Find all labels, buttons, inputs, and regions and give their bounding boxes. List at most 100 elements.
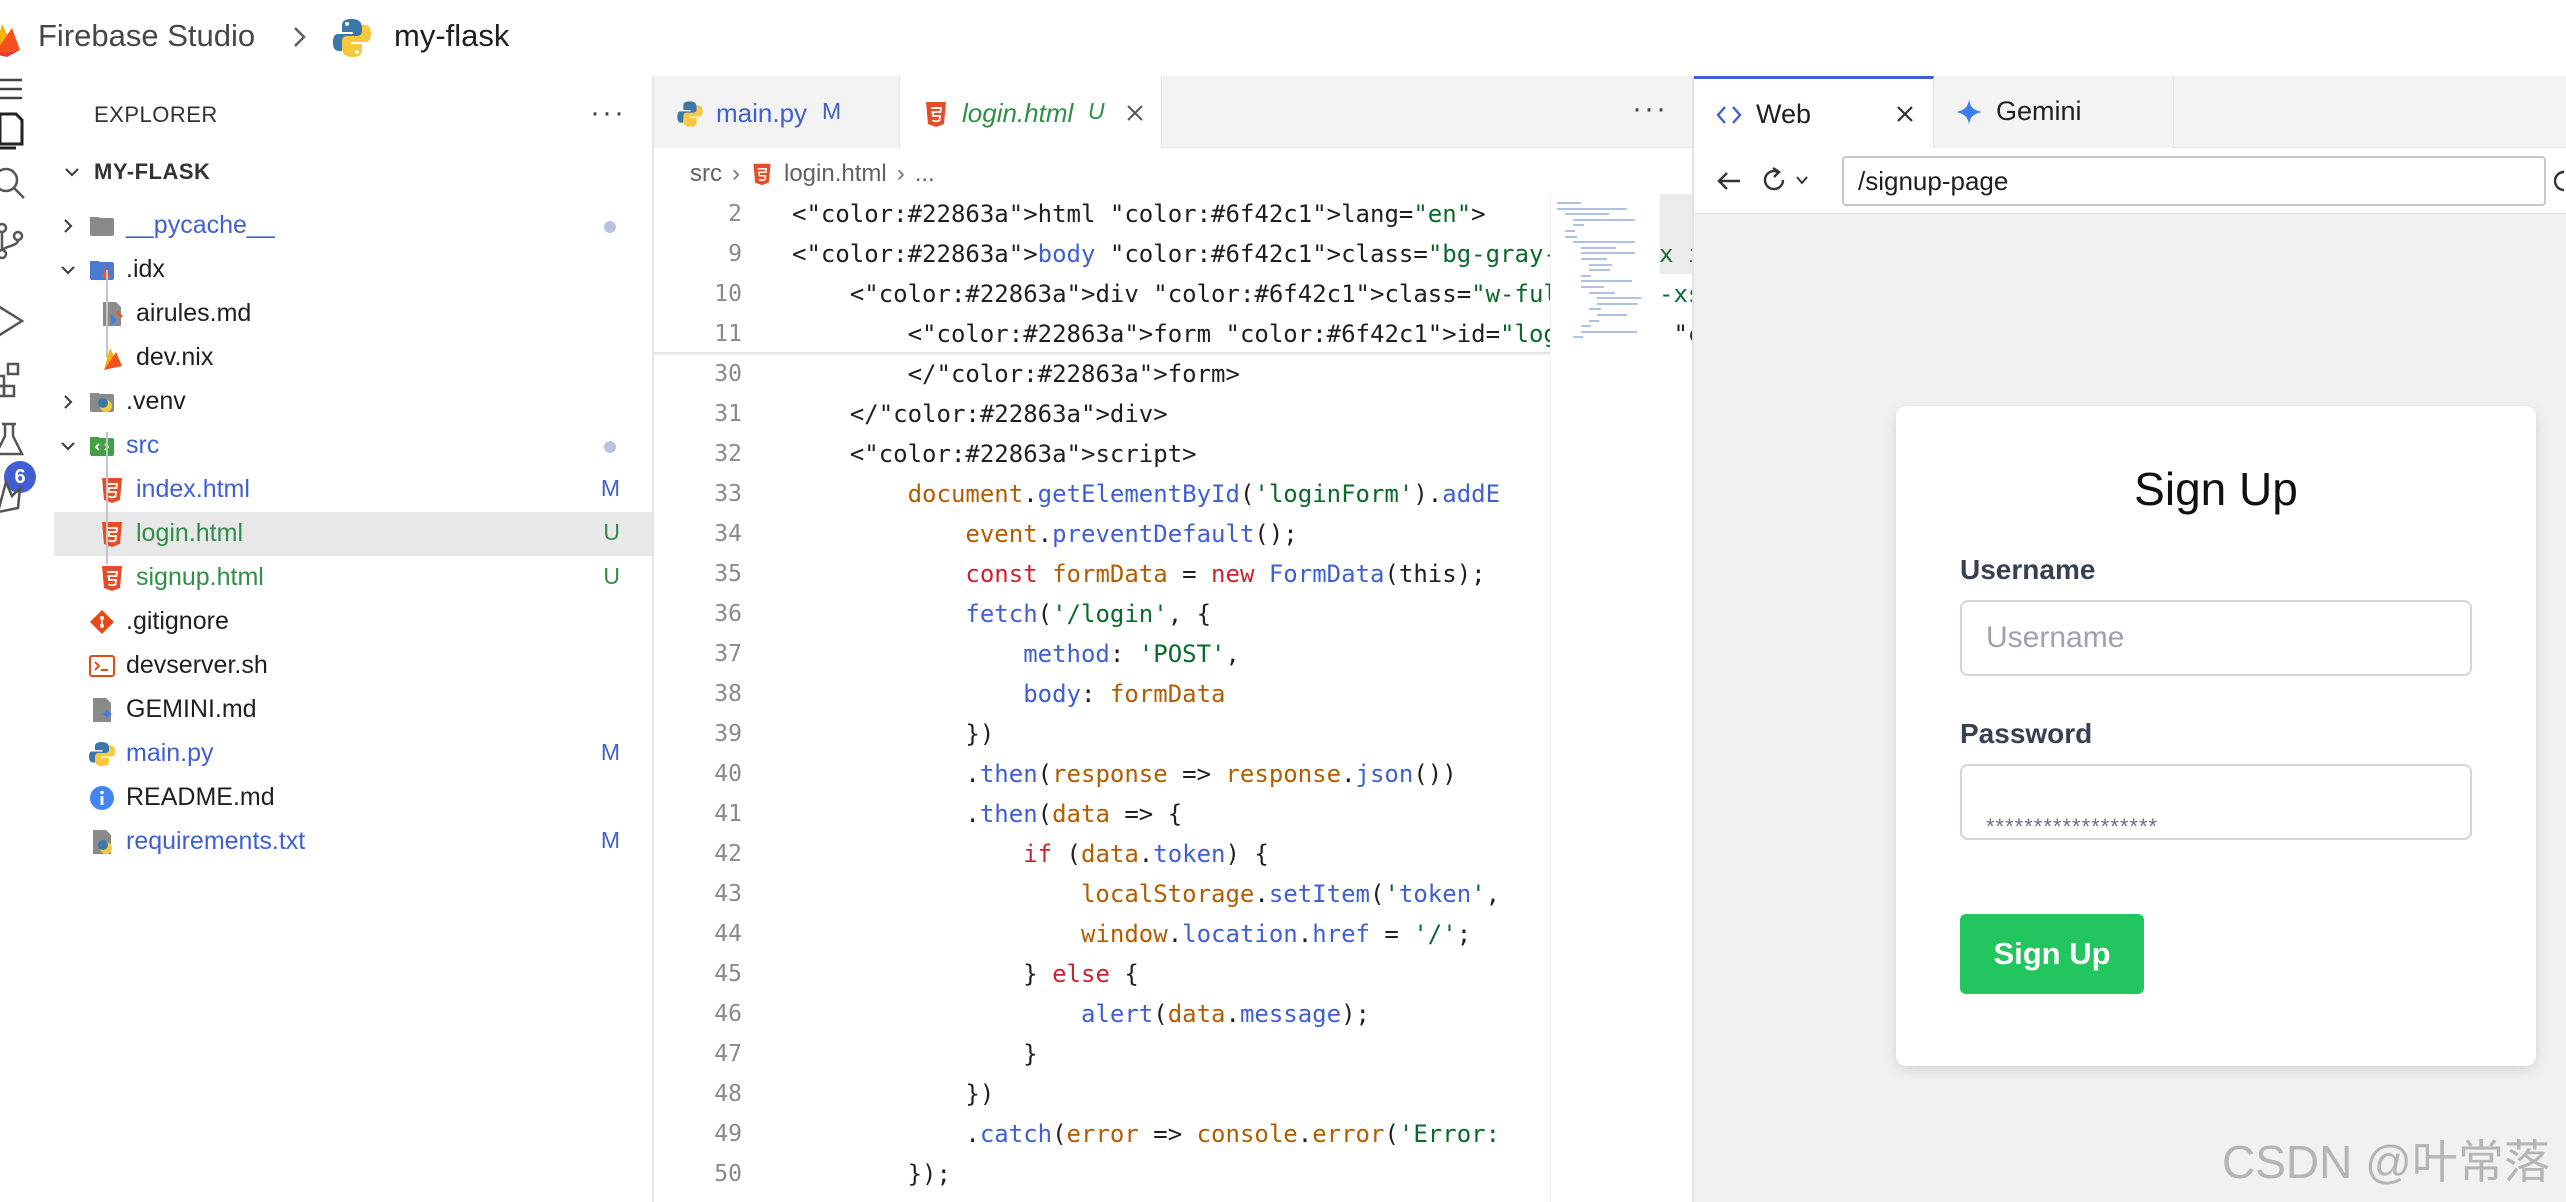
tab-gemini[interactable]: Gemini xyxy=(1934,76,2174,148)
editor-scrollbar[interactable] xyxy=(1660,194,1694,274)
code-line[interactable]: 37 method: 'POST', xyxy=(654,634,1554,674)
source-control-icon[interactable] xyxy=(0,218,32,264)
code-line[interactable]: 50 }); xyxy=(654,1154,1554,1194)
code-line[interactable]: 38 body: formData xyxy=(654,674,1554,714)
code-line[interactable]: 40 .then(response => response.json()) xyxy=(654,754,1554,794)
close-tab-icon[interactable] xyxy=(1124,102,1146,124)
chevron-down-icon xyxy=(61,442,75,451)
tab-web[interactable]: Web xyxy=(1694,76,1934,149)
explorer-item-dev-nix[interactable]: dev.nix xyxy=(54,336,652,380)
testing-icon[interactable] xyxy=(0,416,32,462)
activity-bar: 6 xyxy=(0,76,40,1202)
code-line[interactable]: 36 fetch('/login', { xyxy=(654,594,1554,634)
code-line[interactable]: 46 alert(data.message); xyxy=(654,994,1554,1034)
tree-indent-guide xyxy=(106,432,108,564)
explorer-item-pycache[interactable]: __pycache__ xyxy=(54,204,652,248)
username-input[interactable] xyxy=(1960,600,2472,676)
minimap-line xyxy=(1581,246,1616,249)
search-icon[interactable] xyxy=(0,160,32,206)
code-line[interactable]: 39 }) xyxy=(654,714,1554,754)
line-number: 44 xyxy=(714,921,742,947)
tab-status: M xyxy=(822,98,842,124)
explorer-item-readme-md[interactable]: README.md xyxy=(54,776,652,820)
explorer-item-signup-html[interactable]: signup.html U xyxy=(54,556,652,600)
tab-login-html[interactable]: login.html U xyxy=(900,76,1162,149)
minimap-line xyxy=(1589,319,1599,322)
explorer-item-devserver-sh[interactable]: devserver.sh xyxy=(54,644,652,688)
line-number: 42 xyxy=(714,841,742,867)
firebase-icon[interactable] xyxy=(0,474,32,520)
code-line[interactable]: 30 </"color:#22863a">form> xyxy=(654,354,1554,394)
explorer-item-idx[interactable]: .idx xyxy=(54,248,652,292)
code-line[interactable]: 43 localStorage.setItem('token', xyxy=(654,874,1554,914)
python-doc-icon xyxy=(93,830,112,855)
code-line[interactable]: 10 <"color:#22863a">div "color:#6f42c1">… xyxy=(654,274,1731,314)
code-text: alert(data.message); xyxy=(1080,1000,1370,1028)
project-name[interactable]: my-flask xyxy=(394,18,509,54)
code-line[interactable]: 47 } xyxy=(654,1034,1554,1074)
explorer-item-airules-md[interactable]: airules.md xyxy=(54,292,652,336)
code-line[interactable]: 2 <"color:#22863a">html "color:#6f42c1">l… xyxy=(654,194,1554,234)
breadcrumb-symbol[interactable]: ... xyxy=(915,160,935,188)
code-line[interactable]: 32 <"color:#22863a">script> xyxy=(654,434,1554,474)
explorer-item-index-html[interactable]: index.html M xyxy=(54,468,652,512)
code-text: if (data.token) { xyxy=(1023,840,1269,868)
code-line[interactable]: 11 <"color:#22863a">form "color:#6f42c1"… xyxy=(654,314,2193,354)
breadcrumb-file[interactable]: login.html xyxy=(784,160,887,188)
code-line[interactable]: 48 }) xyxy=(654,1074,1554,1114)
workspace-root[interactable]: MY-FLASK xyxy=(40,150,652,194)
minimap-line xyxy=(1557,207,1627,210)
brand-name[interactable]: Firebase Studio xyxy=(38,18,255,54)
tab-main-py[interactable]: main.py M xyxy=(654,76,900,148)
code-line[interactable]: 35 const formData = new FormData(this); xyxy=(654,554,1554,594)
modified-dot-icon xyxy=(604,441,616,454)
tab-label: main.py xyxy=(716,98,808,128)
run-debug-icon[interactable] xyxy=(0,298,32,344)
explorer-item-requirements-txt[interactable]: requirements.txt M xyxy=(54,820,652,864)
explorer-item-login-html[interactable]: login.html U xyxy=(54,512,652,557)
html-file-icon xyxy=(753,163,771,186)
code-line[interactable]: 33 document.getElementById('loginForm').… xyxy=(654,474,1554,514)
back-arrow-icon[interactable] xyxy=(1714,166,1744,196)
code-line[interactable]: 41 .then(data => { xyxy=(654,794,1554,834)
files-icon[interactable] xyxy=(0,106,32,152)
code-text: </"color:#22863a">form> xyxy=(792,360,1240,388)
chevron-down-icon xyxy=(61,266,75,275)
breadcrumb-folder[interactable]: src xyxy=(690,160,722,188)
close-tab-icon[interactable] xyxy=(1894,103,1916,125)
code-line[interactable]: 49 .catch(error => console.error('Error: xyxy=(654,1114,1554,1154)
minimap[interactable] xyxy=(1550,194,1660,1202)
chevron-down-icon[interactable] xyxy=(1794,172,1810,188)
code-editor[interactable]: 2 <"color:#22863a">html "color:#6f42c1">l… xyxy=(654,194,2193,1194)
reload-icon[interactable] xyxy=(1758,164,1790,196)
explorer-item-main-py[interactable]: main.py M xyxy=(54,732,652,776)
more-actions-icon[interactable]: ··· xyxy=(590,96,626,130)
code-line[interactable]: 9 <"color:#22863a">body "color:#6f42c1">c… xyxy=(654,234,1962,274)
external-link-icon[interactable] xyxy=(2554,166,2566,196)
code-line[interactable]: 42 if (data.token) { xyxy=(654,834,1554,874)
explorer-item-venv[interactable]: .venv xyxy=(54,380,652,424)
code-text: <"color:#22863a">script> xyxy=(792,440,1197,468)
html-file-icon xyxy=(102,522,122,548)
terminal-file-icon xyxy=(89,655,115,678)
code-line[interactable]: 44 window.location.href = '/'; xyxy=(654,914,1554,954)
code-line[interactable]: 34 event.preventDefault(); xyxy=(654,514,1554,554)
minimap-line xyxy=(1581,280,1632,283)
explorer-item-src[interactable]: src xyxy=(54,424,652,468)
editor-more-actions-icon[interactable]: ··· xyxy=(1632,92,1668,126)
code-line[interactable]: 45 } else { xyxy=(654,954,1554,994)
code-line[interactable]: 31 </"color:#22863a">div> xyxy=(654,394,1554,434)
extensions-icon[interactable] xyxy=(0,356,32,402)
python-file-icon xyxy=(677,101,703,127)
explorer-item-gemini-md[interactable]: GEMINI.md xyxy=(54,688,652,732)
signup-button[interactable]: Sign Up xyxy=(1960,914,2144,994)
code-text: document.getElementById('loginForm').add… xyxy=(907,480,1501,508)
line-number: 43 xyxy=(714,881,742,907)
explorer-item-label: index.html xyxy=(136,475,250,504)
explorer-item-gitignore[interactable]: .gitignore xyxy=(54,600,652,644)
url-input[interactable] xyxy=(1842,156,2546,206)
password-input[interactable] xyxy=(1960,764,2472,840)
sticky-scroll-shadow xyxy=(654,352,1554,356)
minimap-line xyxy=(1581,252,1635,255)
code-text: localStorage.setItem('token', xyxy=(1080,880,1501,908)
